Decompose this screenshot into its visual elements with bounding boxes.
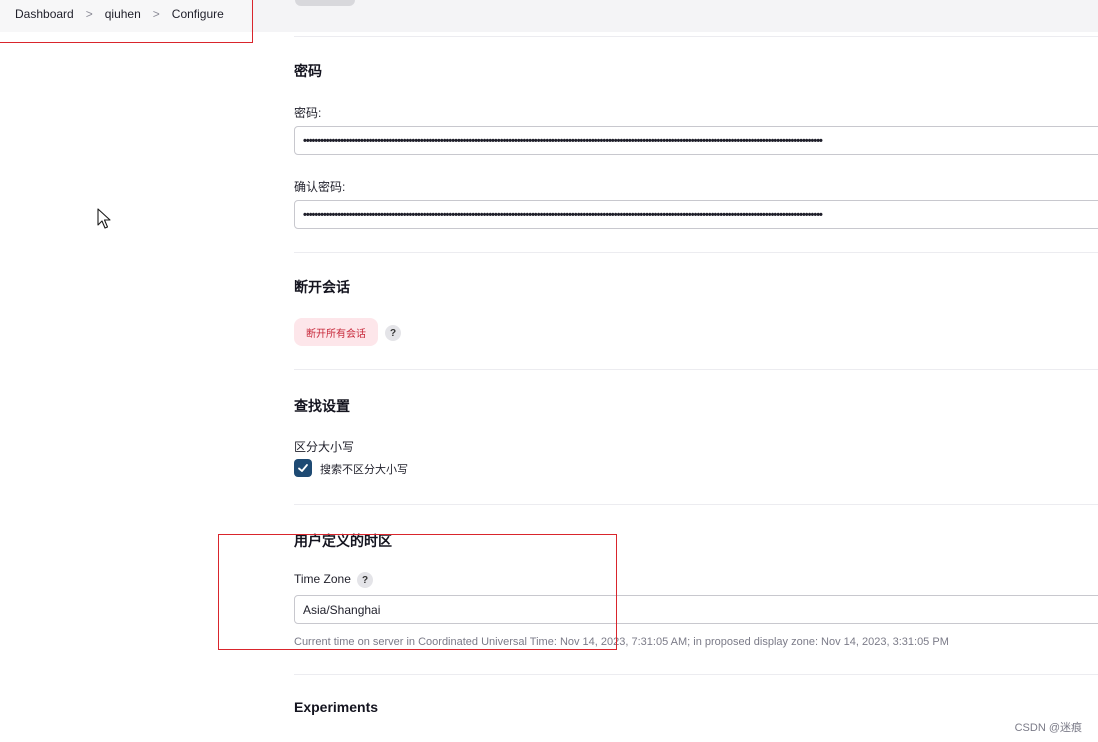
- password-section-title: 密码: [294, 63, 322, 79]
- experiments-section-title: Experiments: [294, 699, 379, 715]
- highlight-box-timezone: [218, 534, 617, 650]
- search-section-title: 查找设置: [294, 398, 350, 414]
- header-avatar-shadow: [295, 0, 355, 6]
- confirm-password-input[interactable]: ••••••••••••••••••••••••••••••••••••••••…: [294, 200, 1098, 229]
- sessions-section-title: 断开会话: [294, 279, 350, 295]
- password-input[interactable]: ••••••••••••••••••••••••••••••••••••••••…: [294, 126, 1098, 155]
- case-insensitive-checkbox-label[interactable]: 搜索不区分大小写: [320, 461, 408, 477]
- section-divider: [294, 504, 1098, 505]
- watermark: CSDN @迷痕: [1014, 722, 1082, 734]
- section-divider: [294, 369, 1098, 370]
- mouse-cursor-icon: [97, 208, 111, 229]
- terminate-all-sessions-button[interactable]: 断开所有会话: [294, 318, 378, 346]
- password-label: 密码:: [294, 106, 322, 120]
- highlight-box-breadcrumb: [0, 0, 253, 43]
- help-icon[interactable]: ?: [385, 325, 401, 341]
- case-sensitivity-label: 区分大小写: [294, 440, 355, 454]
- section-divider: [294, 252, 1098, 253]
- section-divider: [294, 674, 1098, 675]
- section-divider: [294, 36, 1098, 37]
- checkmark-icon: [298, 464, 308, 472]
- case-insensitive-checkbox[interactable]: [294, 459, 312, 477]
- confirm-password-label: 确认密码:: [294, 180, 346, 194]
